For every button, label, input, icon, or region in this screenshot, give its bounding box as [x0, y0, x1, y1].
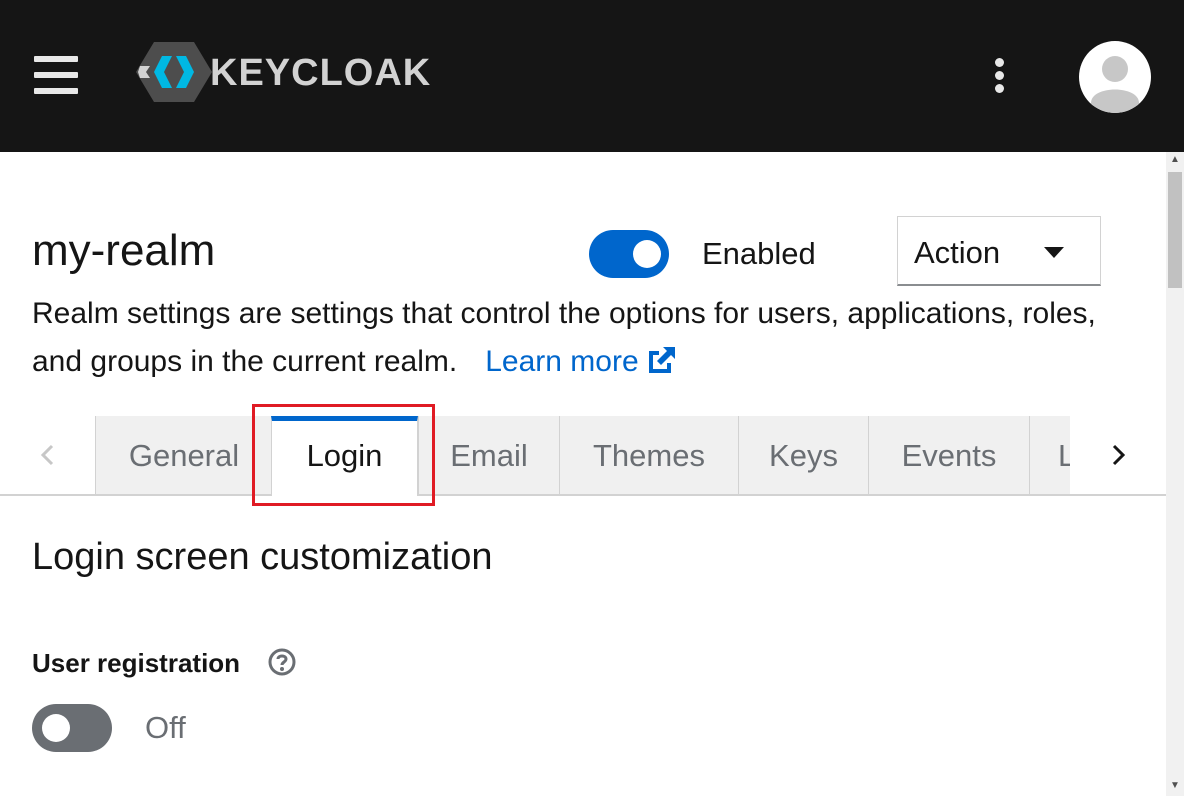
page-title: my-realm [32, 226, 216, 275]
enabled-label: Enabled [702, 236, 816, 271]
tab-general[interactable]: General [95, 416, 272, 494]
brand-name: KEYCLOAK [210, 52, 432, 94]
user-registration-toggle[interactable] [32, 704, 112, 752]
user-registration-label: User registration [32, 648, 241, 678]
action-dropdown[interactable]: Action [897, 216, 1101, 286]
caret-down-icon [1044, 247, 1064, 258]
tab-email[interactable]: Email [418, 416, 559, 494]
learn-more-text: Learn more [485, 345, 639, 378]
tab-scroll-right-button[interactable] [1070, 416, 1164, 494]
tab-events[interactable]: Events [868, 416, 1029, 494]
hamburger-menu-icon[interactable] [34, 56, 78, 94]
masthead: KEYCLOAK [0, 0, 1184, 152]
learn-more-link[interactable]: Learn more [485, 345, 676, 378]
highlight-box [252, 404, 435, 506]
scroll-down-arrow-icon[interactable]: ▼ [1169, 780, 1181, 792]
tab-truncated[interactable]: L [1029, 416, 1070, 494]
realm-description: Realm settings are settings that control… [32, 290, 1112, 386]
tab-scroll-left-button[interactable] [0, 416, 94, 494]
section-title: Login screen customization [32, 536, 493, 578]
chevron-left-icon [40, 444, 54, 466]
chevron-right-icon [1112, 444, 1126, 466]
user-avatar-icon[interactable] [1079, 41, 1151, 113]
kebab-menu-icon[interactable] [990, 58, 1010, 94]
keycloak-logo-icon[interactable] [136, 40, 212, 104]
realm-enabled-toggle[interactable] [589, 230, 669, 278]
tab-themes[interactable]: Themes [559, 416, 738, 494]
scrollbar-thumb[interactable] [1168, 172, 1182, 288]
tab-keys[interactable]: Keys [738, 416, 868, 494]
external-link-icon [648, 347, 675, 373]
action-dropdown-label: Action [914, 235, 1001, 270]
user-registration-state: Off [145, 710, 186, 745]
scroll-up-arrow-icon[interactable]: ▲ [1169, 154, 1181, 166]
help-icon[interactable] [268, 648, 296, 676]
